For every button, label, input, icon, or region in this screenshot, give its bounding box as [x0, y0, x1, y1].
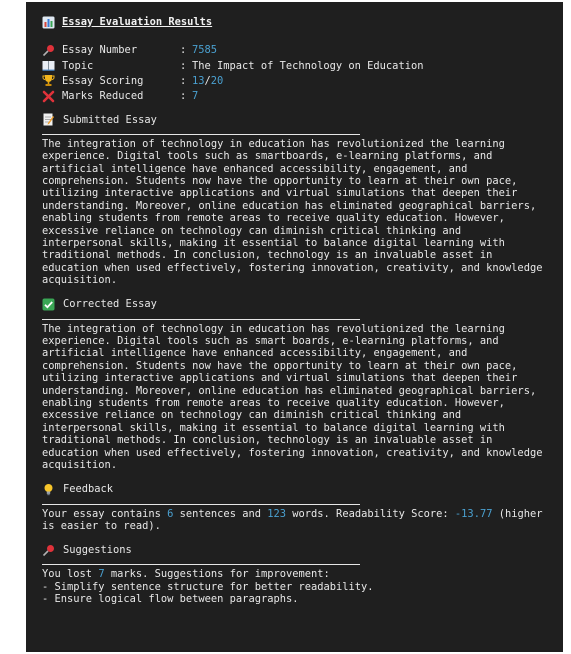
essay-line: traditional methods. In conclusion, tech…	[42, 434, 493, 447]
essay-line: understanding. Moreover, online educatio…	[42, 199, 537, 212]
word-count: 123	[267, 507, 287, 520]
meta-colon: :	[180, 89, 187, 102]
essay-line: experience. Digital tools such as smartb…	[42, 150, 493, 163]
essay-line: The integration of technology in educati…	[42, 322, 505, 335]
section-title: Submitted Essay	[63, 113, 157, 126]
essay-line: The integration of technology in educati…	[42, 137, 505, 150]
section-title: Corrected Essay	[63, 298, 157, 311]
feedback-text: Your essay contains 6 sentences and 123 …	[42, 508, 547, 533]
meta-topic: Topic : The Impact of Technology on Educ…	[42, 58, 547, 73]
essay-line: interpersonal skills, making it essentia…	[42, 237, 505, 249]
suggestion-item: - Simplify sentence structure for better…	[42, 580, 374, 593]
essay-number-value: 7585	[192, 44, 218, 57]
suggestions-summary: You lost 7 marks. Suggestions for improv…	[42, 568, 547, 580]
essay-meta: Essay Number : 7585 Topic : The Impact o…	[42, 43, 547, 104]
suggestions-heading: Suggestions	[42, 543, 547, 557]
feedback-suffix: (higher	[492, 507, 543, 520]
essay-line: artificial intelligence have enhanced ac…	[42, 347, 468, 360]
section-title: Suggestions	[63, 544, 132, 557]
title-row: Essay Evaluation Results	[42, 14, 547, 30]
feedback-line: is easier to read).	[42, 519, 161, 532]
check-mark-icon	[42, 298, 55, 311]
pushpin-icon	[42, 544, 55, 557]
submitted-essay-text: The integration of technology in educati…	[42, 138, 556, 287]
pushpin-icon	[42, 44, 55, 57]
meta-marks-reduced: Marks Reduced : 7	[42, 89, 547, 104]
memo-icon	[42, 113, 55, 126]
page-title: Essay Evaluation Results	[62, 15, 213, 28]
marks-reduced-value: 7	[192, 89, 199, 102]
essay-line: acquisition.	[42, 274, 118, 287]
meta-colon: :	[180, 59, 187, 72]
essay-score-value: 13/20	[192, 75, 223, 87]
essay-line: enabling students from remote areas to r…	[42, 397, 505, 410]
feedback-heading: Feedback	[42, 483, 547, 497]
essay-line: utilizing interactive applications and v…	[42, 187, 518, 200]
essay-line: traditional methods. In conclusion, tech…	[42, 249, 493, 262]
feedback-line: Your essay contains 6 sentences and 123 …	[42, 508, 547, 520]
section-divider	[42, 133, 360, 135]
meta-key: Essay Scoring	[62, 74, 144, 87]
light-bulb-icon	[42, 483, 55, 496]
essay-line: excessive reliance on technology can dim…	[42, 409, 462, 422]
corrected-essay-heading: Corrected Essay	[42, 298, 547, 312]
feedback-mid: sentences and	[173, 507, 268, 520]
meta-key: Essay Number	[62, 44, 138, 57]
book-icon	[42, 59, 55, 72]
essay-line: understanding. Moreover, online educatio…	[42, 384, 537, 397]
meta-key: Marks Reduced	[62, 89, 144, 102]
meta-colon: :	[180, 74, 187, 87]
meta-essay-scoring: Essay Scoring : 13/20	[42, 73, 547, 88]
readability-score: -13.77	[454, 507, 493, 520]
section-divider	[42, 503, 360, 505]
essay-line: comprehension. Students now have the opp…	[42, 174, 518, 187]
cross-mark-icon	[42, 90, 55, 103]
suggestions-prefix: You lost	[42, 568, 99, 581]
meta-key: Topic	[62, 59, 94, 72]
submitted-essay-heading: Submitted Essay	[42, 113, 547, 127]
essay-line: excessive reliance on technology can dim…	[42, 224, 462, 237]
essay-line: enabling students from remote areas to r…	[42, 212, 505, 225]
essay-line: artificial intelligence have enhanced ac…	[42, 162, 468, 175]
meta-essay-number: Essay Number : 7585	[42, 43, 547, 58]
results-panel: Essay Evaluation Results Essay Number : …	[26, 2, 563, 652]
trophy-icon	[42, 74, 55, 87]
bar-chart-icon	[42, 16, 55, 29]
feedback-prefix: Your essay contains	[42, 507, 168, 520]
essay-line: interpersonal skills, making it essentia…	[42, 421, 505, 434]
essay-line: utilizing interactive applications and v…	[42, 372, 518, 385]
essay-line: education when used effectively, fosteri…	[42, 446, 543, 459]
essay-line: experience. Digital tools such as smart …	[42, 335, 499, 348]
topic-value: The Impact of Technology on Education	[192, 59, 424, 72]
meta-colon: :	[180, 44, 187, 57]
section-divider	[42, 564, 360, 566]
suggestions-text: You lost 7 marks. Suggestions for improv…	[42, 568, 547, 605]
suggestions-suffix: marks. Suggestions for improvement:	[104, 568, 330, 581]
essay-line: education when used effectively, fosteri…	[42, 261, 543, 274]
score-value: 13	[192, 74, 205, 87]
suggestion-item: - Ensure logical flow between paragraphs…	[42, 593, 299, 606]
score-total: 20	[210, 74, 224, 87]
section-title: Feedback	[63, 483, 114, 496]
essay-line: comprehension. Students now have the opp…	[42, 359, 518, 372]
corrected-essay-text: The integration of technology in educati…	[42, 323, 556, 472]
essay-line: acquisition.	[42, 459, 118, 472]
feedback-mid: words. Readability Score:	[286, 507, 455, 520]
section-divider	[42, 318, 360, 320]
